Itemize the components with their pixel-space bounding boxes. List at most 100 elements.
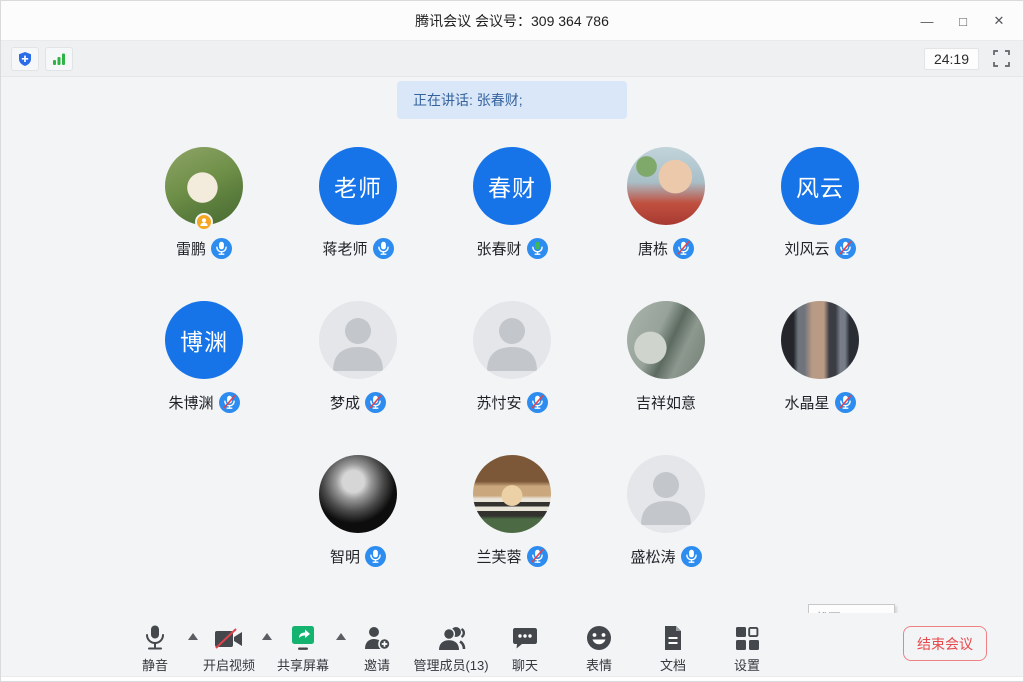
mic-on-icon <box>365 546 386 567</box>
toolbar-docs-button[interactable]: 文档 <box>645 621 701 674</box>
top-toolbar: 24:19 <box>1 41 1023 77</box>
participant-tile[interactable]: 苏忖安 <box>435 301 589 414</box>
participant-tile[interactable]: 兰芙蓉 <box>435 455 589 568</box>
toolbar-settings-button[interactable]: 设置 <box>719 621 775 674</box>
participant-tile[interactable]: 梦成 <box>281 301 435 414</box>
avatar-initials-text: 博渊 <box>180 323 228 357</box>
participant-name: 兰芙蓉 <box>476 546 521 567</box>
meeting-timer: 24:19 <box>924 48 979 70</box>
meeting-window: 腾讯会议 会议号：309 364 786 — □ ✕ 24:19 <box>0 0 1024 682</box>
participant-name-row: 水晶星 <box>784 390 855 414</box>
mic-on-icon <box>211 238 232 259</box>
person-silhouette-icon <box>627 455 705 533</box>
avatar <box>627 147 705 225</box>
toolbar-label: 开启视频 <box>203 655 255 674</box>
share-screen-icon <box>289 621 317 651</box>
mic-speaking-icon <box>527 238 548 259</box>
toolbar-invite-button[interactable]: 邀请 <box>349 621 405 674</box>
toolbar-camera-off-button[interactable]: 开启视频 <box>201 621 257 674</box>
toolbar-chat-button[interactable]: 聊天 <box>497 621 553 674</box>
participant-tile[interactable]: 雷鹏 <box>127 147 281 260</box>
avatar-initials-text: 春财 <box>488 169 536 203</box>
mic-muted-icon <box>527 392 548 413</box>
participant-tile[interactable]: 吉祥如意 <box>589 301 743 414</box>
avatar-photo-pagoda <box>627 301 705 379</box>
toolbar-label: 文档 <box>660 655 686 674</box>
toolbar-mic-button[interactable]: 静音 <box>127 621 183 674</box>
host-badge-icon <box>195 213 213 231</box>
security-shield-icon[interactable] <box>11 47 39 71</box>
avatar-placeholder <box>627 455 705 533</box>
participant-name: 蒋老师 <box>322 238 367 259</box>
expand-arrow-icon[interactable] <box>188 633 198 640</box>
avatar-photo-doll <box>473 455 551 533</box>
toolbar-label: 邀请 <box>364 655 390 674</box>
participant-name-row: 刘风云 <box>784 236 855 260</box>
participant-name: 朱博渊 <box>168 392 213 413</box>
avatar-photo-baby <box>627 147 705 225</box>
toolbar-share-screen-button[interactable]: 共享屏幕 <box>275 621 331 674</box>
avatar-photo-window <box>781 301 859 379</box>
network-signal-icon[interactable] <box>45 47 73 71</box>
mic-on-icon <box>681 546 702 567</box>
mic-muted-icon <box>835 392 856 413</box>
participant-name-row: 智明 <box>330 544 386 568</box>
members-icon <box>436 621 466 651</box>
avatar <box>165 147 243 225</box>
participant-row: 博渊朱博渊 梦成 苏忖安 吉祥如意 水晶星 <box>1 301 1023 414</box>
participant-tile[interactable]: 智明 <box>281 455 435 568</box>
toolbar-members-button[interactable]: 管理成员(13) <box>423 621 479 674</box>
participant-name-row: 雷鹏 <box>176 236 232 260</box>
mic-icon <box>143 621 167 651</box>
bottom-toolbar: 静音 开启视频 共享屏幕 邀请 管理成员(13) 聊天 表情文档 设置 结束会议 <box>1 613 1023 681</box>
mic-muted-icon <box>527 546 548 567</box>
end-meeting-button[interactable]: 结束会议 <box>903 626 987 661</box>
participant-tile[interactable]: 风云刘风云 <box>743 147 897 260</box>
close-button[interactable]: ✕ <box>985 7 1013 35</box>
expand-arrow-icon[interactable] <box>336 633 346 640</box>
expand-arrow-icon[interactable] <box>262 633 272 640</box>
participant-name-row: 唐栋 <box>638 236 694 260</box>
participant-tile[interactable]: 博渊朱博渊 <box>127 301 281 414</box>
settings-icon <box>735 621 760 651</box>
toolbar-label: 管理成员(13) <box>413 655 488 674</box>
participant-row: 雷鹏 老师蒋老师 春财张春财 唐栋 风云刘风云 <box>1 147 1023 260</box>
avatar <box>627 301 705 379</box>
window-title: 腾讯会议 会议号：309 364 786 <box>415 11 609 31</box>
participant-tile[interactable]: 老师蒋老师 <box>281 147 435 260</box>
avatar: 博渊 <box>165 301 243 379</box>
chat-icon <box>512 621 538 651</box>
participant-name: 唐栋 <box>638 238 668 259</box>
participant-name: 苏忖安 <box>476 392 521 413</box>
participant-grid: 雷鹏 老师蒋老师 春财张春财 唐栋 风云刘风云 博渊朱博渊 梦成 苏忖安 吉祥如… <box>1 147 1023 568</box>
participant-name: 盛松涛 <box>630 546 675 567</box>
participant-name: 梦成 <box>330 392 360 413</box>
fullscreen-icon[interactable] <box>989 47 1013 71</box>
participant-name-row: 兰芙蓉 <box>476 544 547 568</box>
participant-tile[interactable]: 春财张春财 <box>435 147 589 260</box>
toolbar-label: 静音 <box>142 655 168 674</box>
participant-name: 水晶星 <box>784 392 829 413</box>
speaking-banner: 正在讲话: 张春财; <box>397 81 627 119</box>
window-controls: — □ ✕ <box>913 1 1013 41</box>
avatar-photo-man <box>319 455 397 533</box>
mic-muted-icon <box>365 392 386 413</box>
participant-name-row: 吉祥如意 <box>636 390 696 414</box>
toolbar-emoji-button[interactable]: 表情 <box>571 621 627 674</box>
minimize-button[interactable]: — <box>913 7 941 35</box>
participant-tile[interactable]: 唐栋 <box>589 147 743 260</box>
person-silhouette-icon <box>473 301 551 379</box>
participant-name: 刘风云 <box>784 238 829 259</box>
docs-icon <box>662 621 684 651</box>
toolbar-label: 设置 <box>734 655 760 674</box>
avatar-initials-text: 风云 <box>796 169 844 203</box>
person-silhouette-icon <box>319 301 397 379</box>
participant-name-row: 蒋老师 <box>322 236 393 260</box>
maximize-button[interactable]: □ <box>949 7 977 35</box>
participant-tile[interactable]: 盛松涛 <box>589 455 743 568</box>
participant-tile[interactable]: 水晶星 <box>743 301 897 414</box>
participant-name-row: 张春财 <box>476 236 547 260</box>
toolbar-label: 聊天 <box>512 655 538 674</box>
toolbar-label: 共享屏幕 <box>277 655 329 674</box>
participant-name: 智明 <box>330 546 360 567</box>
